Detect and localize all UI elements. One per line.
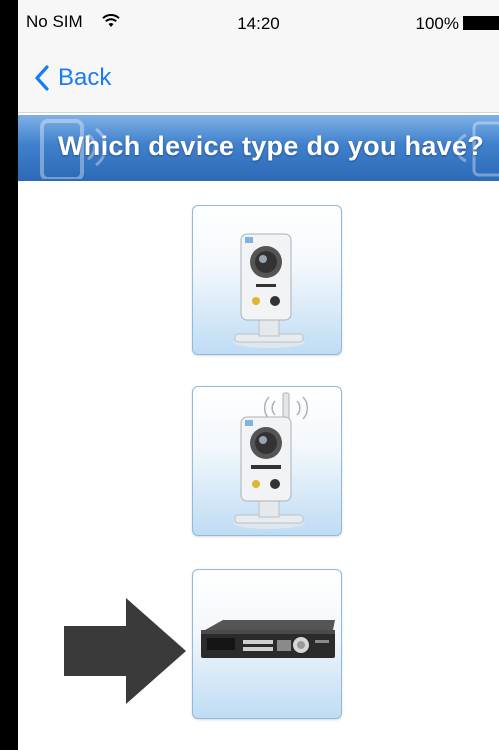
ip-camera-icon [233,233,305,348]
back-label: Back [58,64,112,91]
status-bar: No SIM 14:20 100% [18,0,499,44]
battery-percent: 100% [415,14,459,33]
back-button[interactable]: Back [34,64,111,92]
device-option-dvr[interactable] [192,569,342,719]
page-title: Which device type do you have? [58,131,485,161]
device-option-wireless-ip-camera[interactable] [192,386,342,536]
dvr-icon [201,620,335,658]
arrow-right-icon [64,598,186,704]
chevron-left-icon [35,65,49,91]
navigation-bar: Back [18,44,499,113]
battery-icon [463,16,499,30]
device-option-ip-camera[interactable] [192,205,342,355]
wireless-ip-camera-icon [233,392,309,529]
app-screen: No SIM 14:20 100% Back Which device type… [18,0,499,750]
title-banner: Which device type do you have? [18,115,499,181]
